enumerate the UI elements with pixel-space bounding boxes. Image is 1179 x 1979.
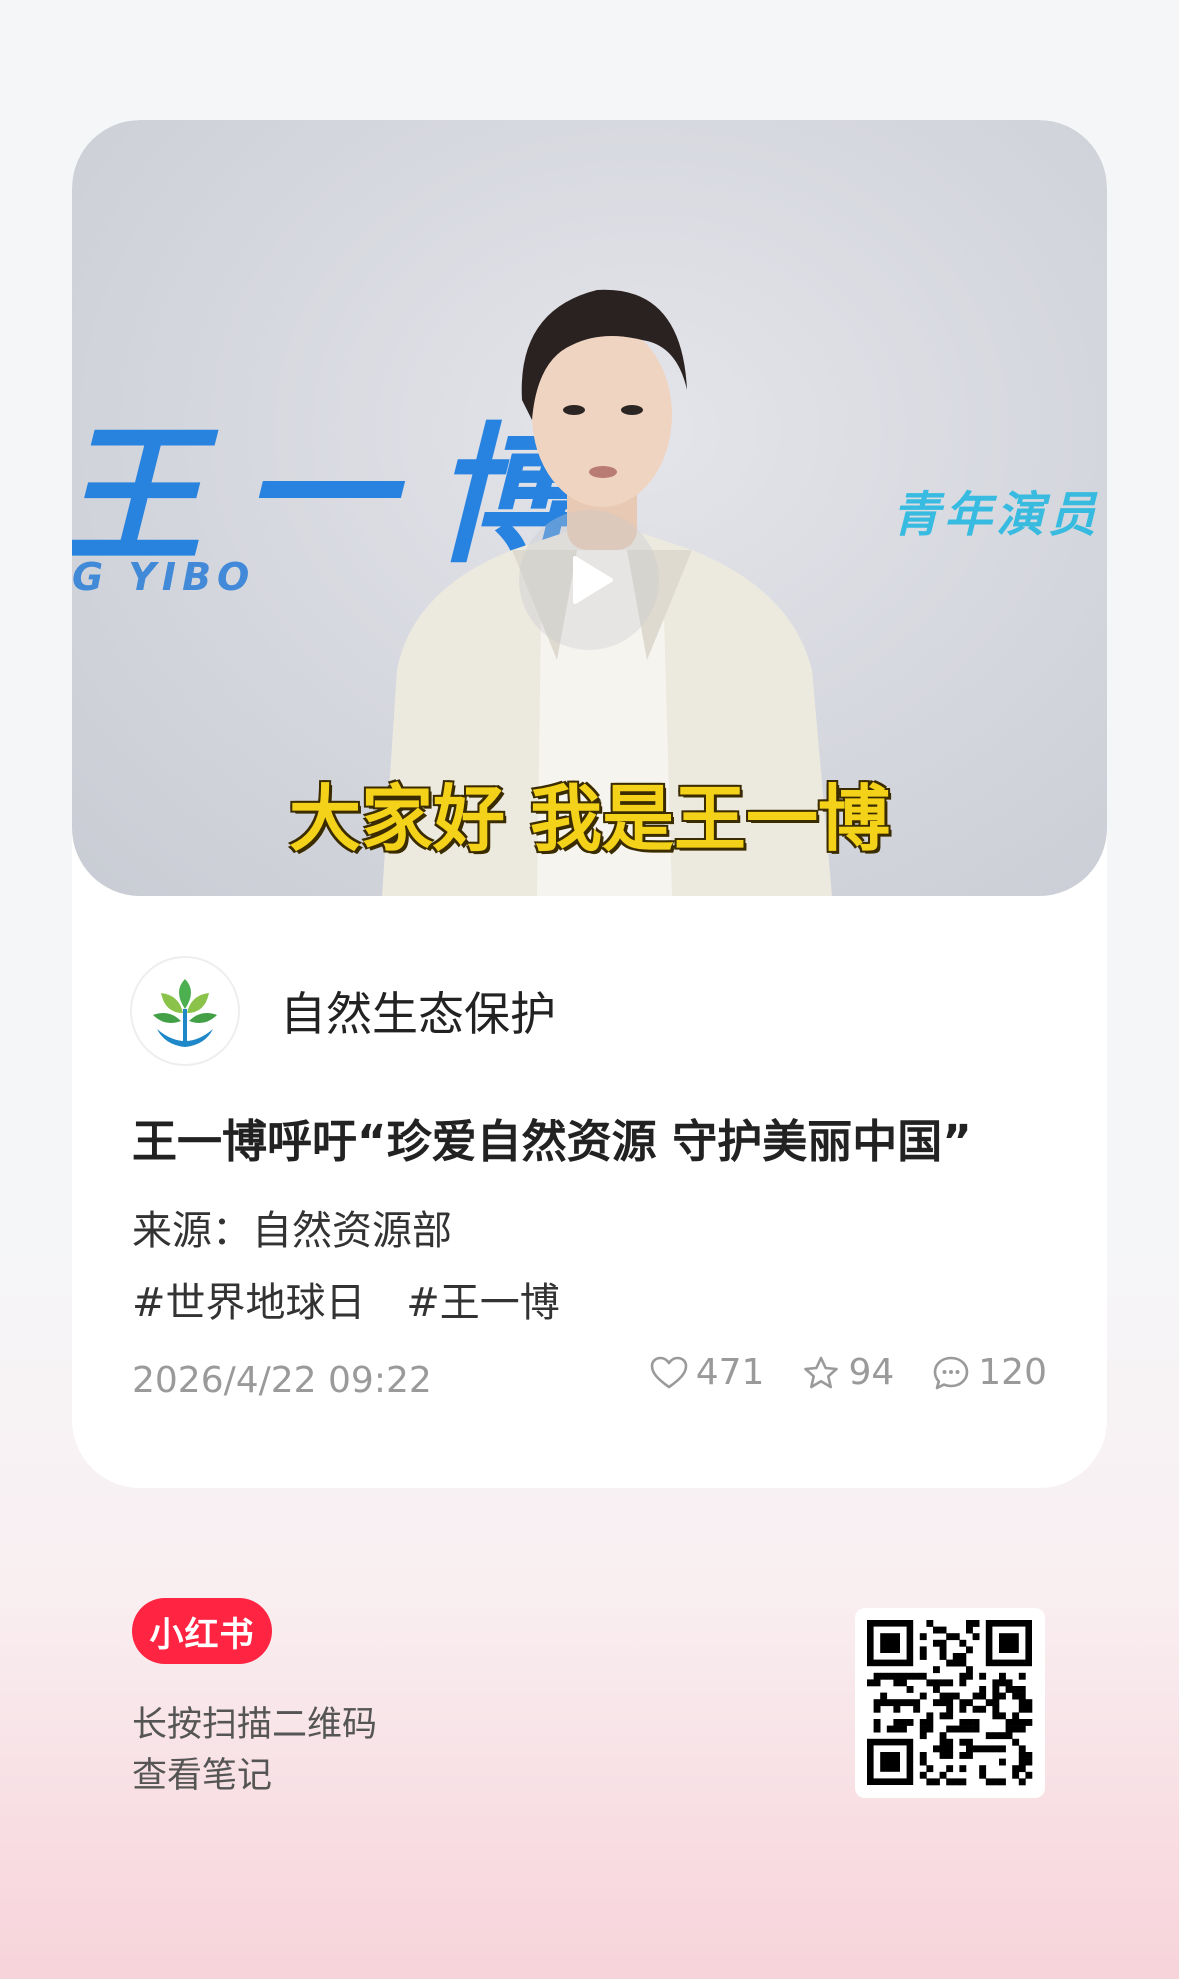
play-icon	[573, 556, 613, 604]
comment-icon	[933, 1356, 969, 1389]
like-stat[interactable]: 471	[650, 1352, 765, 1393]
collect-count: 94	[848, 1352, 895, 1393]
author-row[interactable]: 自然生态保护	[132, 956, 556, 1066]
publish-time: 2026/4/22 09:22	[132, 1360, 432, 1401]
qr-code[interactable]	[855, 1608, 1045, 1798]
author-name[interactable]: 自然生态保护	[280, 978, 556, 1044]
note-title: 王一博呼吁“珍爱自然资源 守护美丽中国”	[132, 1115, 972, 1168]
scan-hint-line2: 查看笔记	[132, 1756, 273, 1796]
collect-stat[interactable]: 94	[802, 1352, 894, 1393]
comment-count: 120	[978, 1352, 1047, 1393]
play-button[interactable]	[519, 510, 659, 650]
note-card: 王一博 G YIBO 青年演员 大家好 我是王一博 自然生态保护 王一博呼吁“珍…	[72, 120, 1107, 1488]
tree-logo-icon	[153, 979, 217, 1047]
tag-link[interactable]: #王一博	[406, 1280, 560, 1326]
video-thumbnail[interactable]: 王一博 G YIBO 青年演员 大家好 我是王一博	[72, 120, 1107, 896]
tag-list: #世界地球日 #王一博	[132, 1270, 588, 1328]
scan-hint: 长按扫描二维码 查看笔记	[132, 1700, 377, 1802]
heart-icon	[650, 1356, 688, 1388]
xiaohongshu-logo: 小红书	[132, 1598, 272, 1664]
video-subtitle: 大家好 我是王一博	[288, 777, 891, 861]
star-icon	[804, 1356, 839, 1388]
backdrop-pinyin-text: G YIBO	[72, 555, 256, 599]
like-count: 471	[695, 1352, 765, 1393]
note-source: 来源：自然资源部	[132, 1208, 452, 1254]
stats-bar: 471 94 120	[650, 1352, 1047, 1393]
qr-code-icon	[867, 1620, 1033, 1786]
comment-stat[interactable]: 120	[932, 1352, 1047, 1393]
backdrop-role-text: 青年演员	[892, 487, 1101, 543]
tag-link[interactable]: #世界地球日	[132, 1280, 366, 1326]
scan-hint-line1: 长按扫描二维码	[132, 1705, 378, 1745]
avatar[interactable]	[132, 958, 238, 1064]
